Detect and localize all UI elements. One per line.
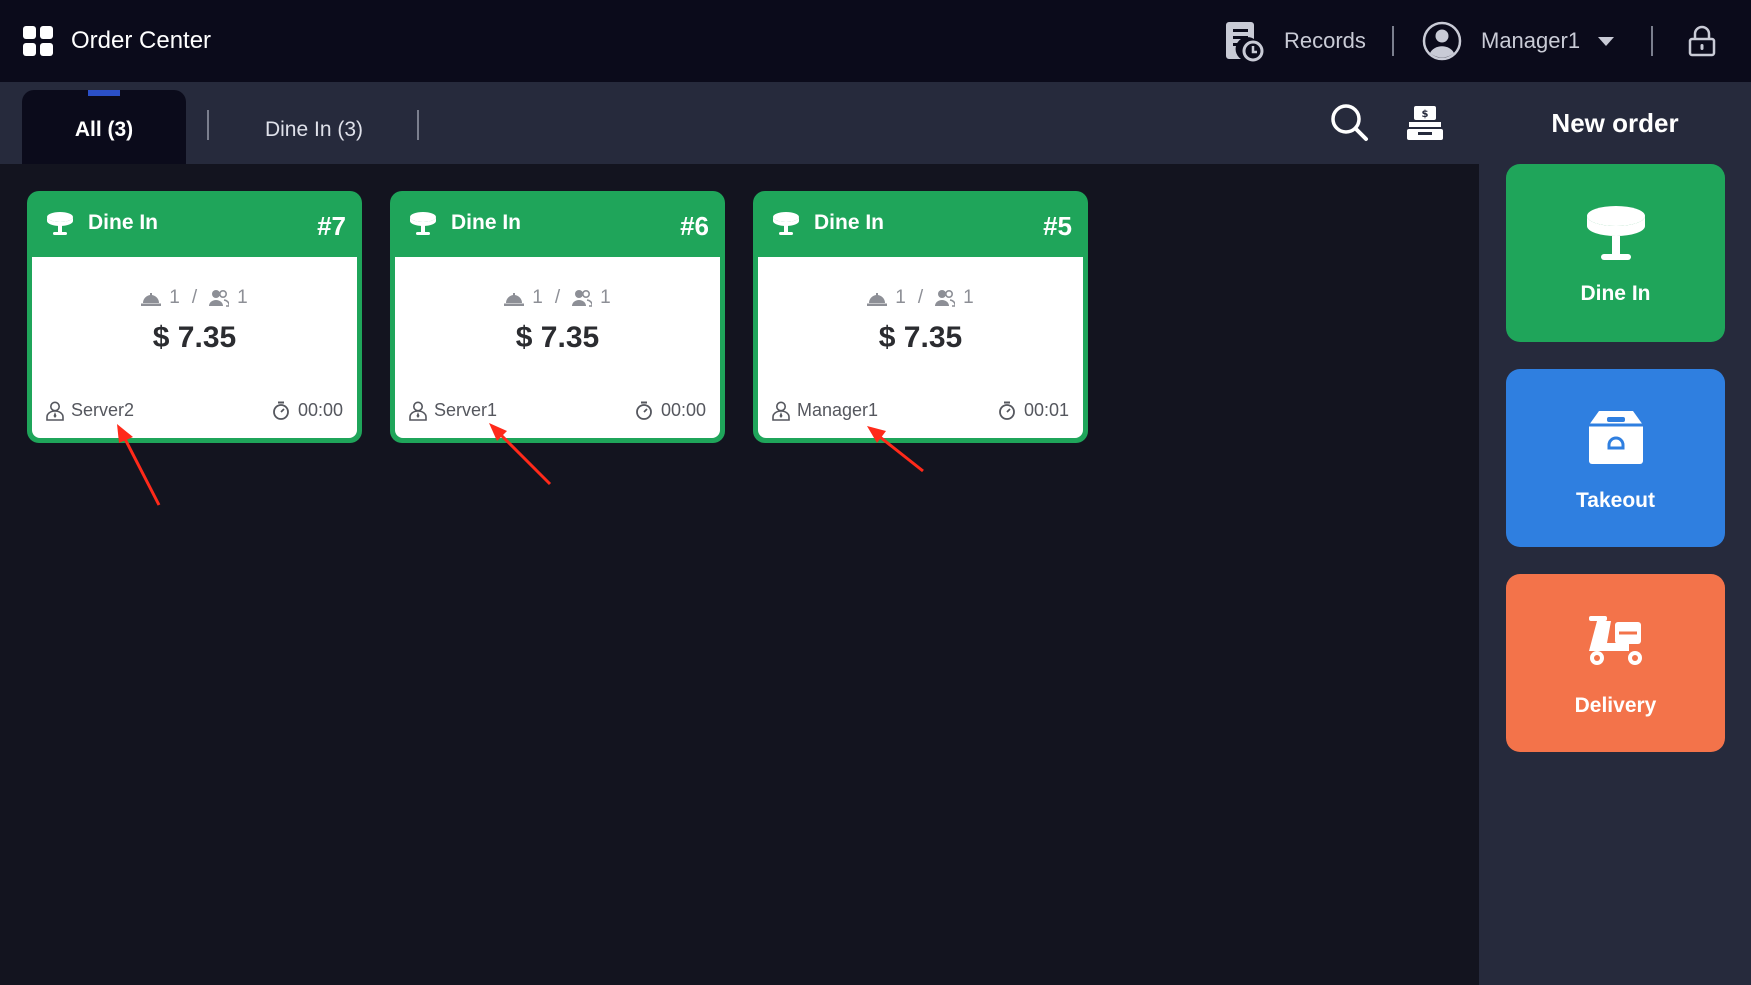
elapsed-time: 00:01: [1023, 400, 1069, 420]
divider: [1651, 26, 1653, 56]
order-total: $ 7.35: [152, 321, 237, 354]
divider: [207, 110, 209, 140]
lock-icon[interactable]: [1688, 25, 1716, 57]
user-avatar-icon: [1422, 21, 1462, 61]
server-icon: [772, 401, 790, 421]
order-card-header: Dine In #5: [753, 191, 1088, 257]
guests-icon: [572, 289, 593, 307]
guest-count: 1: [237, 287, 248, 308]
order-card[interactable]: Dine In #5 1 / 1 $ 7.35 Manager1 00:01: [753, 191, 1088, 443]
new-dine-in-button[interactable]: Dine In: [1506, 164, 1725, 342]
tab-bar: All (3) Dine In (3) $: [0, 82, 1479, 164]
button-label: Delivery: [1574, 694, 1657, 717]
tab-dine-in[interactable]: Dine In (3): [236, 90, 392, 164]
order-server: Server1: [409, 400, 497, 421]
order-center-app: Order Center Records Manager1 All (3) Di…: [0, 0, 1751, 985]
stats-separator: /: [554, 287, 561, 308]
order-card-header: Dine In #7: [27, 191, 362, 257]
search-icon[interactable]: [1329, 102, 1369, 142]
order-timer: 00:00: [272, 400, 343, 421]
divider: [1392, 26, 1394, 56]
order-card-body: 1 / 1 $ 7.35 Server1 00:00: [395, 257, 720, 438]
cash-drawer-icon[interactable]: $: [1405, 104, 1445, 142]
stopwatch-icon: [999, 401, 1015, 420]
order-type: Dine In: [88, 211, 159, 234]
user-menu-button[interactable]: Manager1: [1422, 20, 1615, 62]
stats-separator: /: [917, 287, 924, 308]
records-button[interactable]: Records: [1226, 18, 1366, 64]
records-label: Records: [1284, 28, 1366, 53]
order-number: #5: [1043, 211, 1072, 241]
order-total: $ 7.35: [515, 321, 600, 354]
dish-count: 1: [895, 287, 906, 308]
stopwatch-icon: [636, 401, 652, 420]
new-takeout-button[interactable]: Takeout: [1506, 369, 1725, 547]
order-server: Manager1: [772, 400, 878, 421]
elapsed-time: 00:00: [660, 400, 706, 420]
order-timer: 00:00: [635, 400, 706, 421]
tab-all[interactable]: All (3): [22, 90, 186, 164]
server-name: Server2: [71, 400, 135, 420]
tab-label: All (3): [74, 118, 134, 141]
tab-label: Dine In (3): [264, 118, 364, 141]
server-icon: [409, 401, 427, 421]
order-total: $ 7.35: [878, 321, 963, 354]
user-name: Manager1: [1481, 28, 1581, 53]
apps-grid-icon[interactable]: [23, 26, 53, 56]
dish-count: 1: [532, 287, 543, 308]
guest-count: 1: [600, 287, 611, 308]
stats-separator: /: [191, 287, 198, 308]
server-name: Server1: [434, 400, 498, 420]
elapsed-time: 00:00: [297, 400, 343, 420]
takeout-box-icon: [1589, 411, 1643, 464]
table-icon: [47, 212, 73, 235]
order-card[interactable]: Dine In #7 1 / 1 $ 7.35 Server2 00:00: [27, 191, 362, 443]
page-title: Order Center: [71, 27, 212, 54]
table-icon: [773, 212, 799, 235]
order-card-header: Dine In #6: [390, 191, 725, 257]
guests-icon: [935, 289, 956, 307]
stopwatch-icon: [273, 401, 289, 420]
server-name: Manager1: [797, 400, 879, 420]
server-icon: [46, 401, 64, 421]
order-stats: 1 / 1: [395, 287, 720, 309]
svg-text:$: $: [1422, 109, 1429, 120]
new-delivery-button[interactable]: Delivery: [1506, 574, 1725, 752]
order-type: Dine In: [451, 211, 522, 234]
guest-count: 1: [963, 287, 974, 308]
delivery-scooter-icon: [1589, 616, 1642, 665]
button-label: Takeout: [1576, 489, 1655, 512]
order-number: #7: [317, 211, 346, 241]
service-bell-icon: [504, 293, 525, 306]
guests-icon: [209, 289, 230, 307]
dish-count: 1: [169, 287, 180, 308]
active-tab-indicator: [88, 90, 120, 96]
button-label: Dine In: [1580, 282, 1651, 305]
order-card[interactable]: Dine In #6 1 / 1 $ 7.35 Server1 00:00: [390, 191, 725, 443]
new-order-panel: New order Dine In Takeout Delivery: [1479, 82, 1751, 985]
order-card-body: 1 / 1 $ 7.35 Manager1 00:01: [758, 257, 1083, 438]
top-bar: Order Center Records Manager1: [0, 0, 1751, 82]
chevron-down-icon: [1598, 36, 1615, 46]
order-stats: 1 / 1: [32, 287, 357, 309]
order-timer: 00:01: [998, 400, 1069, 421]
order-card-body: 1 / 1 $ 7.35 Server2 00:00: [32, 257, 357, 438]
service-bell-icon: [141, 293, 162, 306]
table-icon: [1587, 206, 1645, 260]
order-number: #6: [680, 211, 709, 241]
records-icon: [1226, 22, 1264, 62]
divider: [417, 110, 419, 140]
new-order-title: New order: [1551, 108, 1679, 138]
table-icon: [410, 212, 436, 235]
order-stats: 1 / 1: [758, 287, 1083, 309]
order-server: Server2: [46, 400, 134, 421]
order-type: Dine In: [814, 211, 885, 234]
service-bell-icon: [867, 293, 888, 306]
